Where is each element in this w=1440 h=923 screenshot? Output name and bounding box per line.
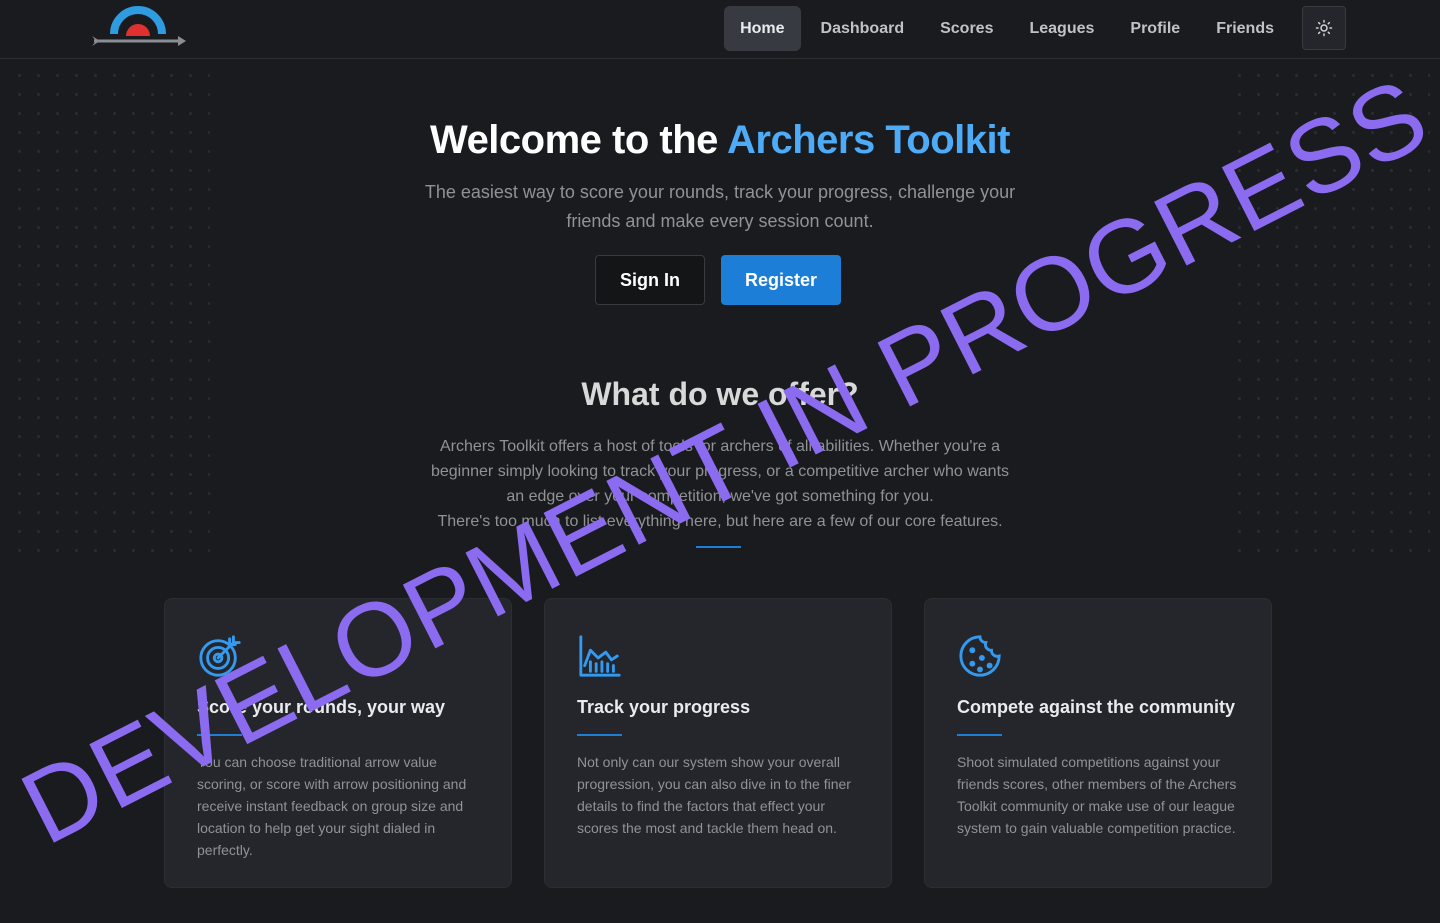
nav-scores[interactable]: Scores <box>924 6 1009 51</box>
card-divider <box>197 734 242 736</box>
feature-card-progress: Track your progress Not only can our sys… <box>544 598 892 888</box>
target-icon <box>199 635 241 677</box>
chart-area-icon <box>579 635 621 677</box>
offer-text-2: There's too much to list everything here… <box>437 513 1003 530</box>
offer-divider <box>696 546 741 548</box>
navbar: Home Dashboard Scores Leagues Profile Fr… <box>0 0 1440 59</box>
cookie-icon <box>959 635 1001 677</box>
hero-title-prefix: Welcome to the <box>430 118 728 162</box>
nav-home[interactable]: Home <box>724 6 801 51</box>
hero-title: Welcome to the Archers Toolkit <box>0 118 1440 163</box>
nav-leagues[interactable]: Leagues <box>1013 6 1110 51</box>
offer-description: Archers Toolkit offers a host of tools f… <box>420 434 1020 534</box>
hero-subtitle: The easiest way to score your rounds, tr… <box>424 182 1016 231</box>
card-title: Compete against the community <box>957 697 1236 717</box>
feature-card-scoring: Score your rounds, your way You can choo… <box>164 598 512 888</box>
card-divider <box>577 734 622 736</box>
card-text: You can choose traditional arrow value s… <box>197 754 467 858</box>
sun-icon <box>1315 19 1333 37</box>
sign-in-button[interactable]: Sign In <box>595 255 705 305</box>
nav-dashboard[interactable]: Dashboard <box>805 6 921 51</box>
theme-toggle-button[interactable] <box>1302 6 1346 50</box>
offer-text-1: Archers Toolkit offers a host of tools f… <box>430 438 1010 505</box>
feature-card-community: Compete against the community Shoot simu… <box>924 598 1272 888</box>
card-title: Score your rounds, your way <box>197 697 446 717</box>
card-text: Not only can our system show your overal… <box>577 754 851 836</box>
register-button[interactable]: Register <box>721 255 841 305</box>
nav-friends[interactable]: Friends <box>1200 6 1290 51</box>
nav-profile[interactable]: Profile <box>1114 6 1196 51</box>
offer-title: What do we offer? <box>581 376 859 412</box>
card-divider <box>957 734 1002 736</box>
card-text: Shoot simulated competitions against you… <box>957 754 1237 836</box>
archery-logo-icon[interactable] <box>90 6 186 50</box>
nav-links: Home Dashboard Scores Leagues Profile Fr… <box>724 6 1290 51</box>
hero-title-accent: Archers Toolkit <box>727 118 1010 162</box>
card-title: Track your progress <box>577 697 751 717</box>
